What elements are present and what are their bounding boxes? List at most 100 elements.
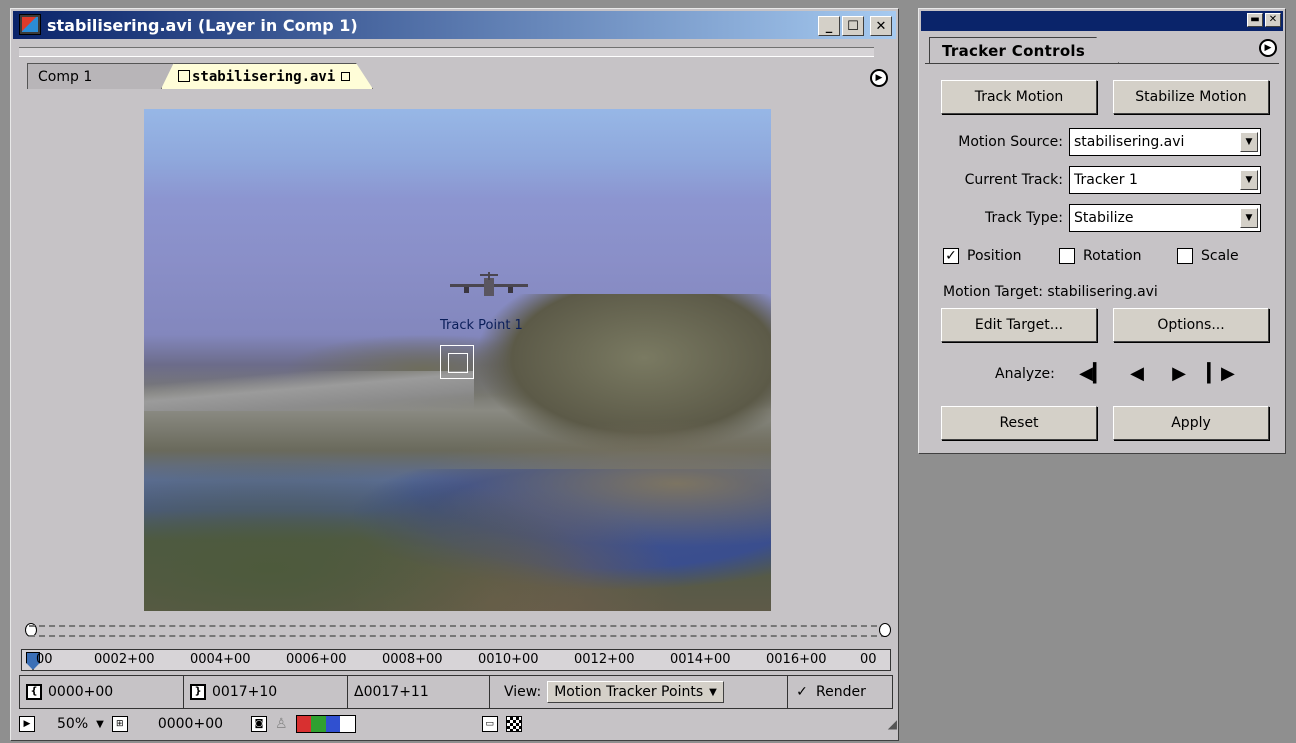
minimize-button[interactable]: ▬ [1247,13,1263,27]
current-track-select[interactable]: Tracker 1 ▼ [1069,166,1261,194]
transparency-grid-icon[interactable] [505,716,522,732]
track-point-label: Track Point 1 [440,318,523,333]
chevron-down-icon: ▼ [709,686,717,698]
track-type-label: Track Type: [985,210,1063,226]
chevron-down-icon[interactable]: ▼ [96,719,104,730]
resize-grip-icon[interactable]: ◢ [888,717,897,731]
position-checkbox[interactable]: ✓ [943,248,959,264]
airplane-icon [450,272,528,296]
in-point-time: 0000+00 [48,684,114,700]
close-button[interactable]: ✕ [1265,13,1281,27]
minimize-button[interactable]: _ [818,16,840,36]
tab-close-icon[interactable] [341,72,351,81]
tab-comp-1[interactable]: Comp 1 [27,63,185,89]
out-point-cell[interactable]: } 0017+10 [184,676,348,708]
rotation-checkbox[interactable] [1059,248,1075,264]
tab-scroll-strip [19,47,874,57]
tab-tracker-controls[interactable]: Tracker Controls [929,37,1119,63]
ruler-tick-label: 0010+00 [478,652,539,667]
render-checkbox[interactable]: ✓ [794,684,810,700]
layer-window: stabilisering.avi (Layer in Comp 1) _ ☐ … [10,8,899,741]
duration-time: Δ0017+11 [354,684,429,700]
channel-colors-icon[interactable] [295,715,356,733]
chevron-down-icon: ▼ [1240,132,1258,152]
render-cell[interactable]: ✓ Render [788,676,892,708]
ruler-tick-label: 0008+00 [382,652,443,667]
time-ruler-area: 00 0002+00 0004+00 0006+00 0008+00 0010+… [13,619,896,679]
time-ruler[interactable]: 00 0002+00 0004+00 0006+00 0008+00 0010+… [21,649,891,671]
zoom-value[interactable]: 50% [57,716,88,732]
tracker-titlebar[interactable]: ▬ ✕ [921,11,1283,31]
show-snapshot-icon[interactable]: ♙ [275,716,288,732]
set-in-point-icon[interactable]: { [26,684,42,700]
reset-button[interactable]: Reset [941,406,1097,440]
layer-tab-icon [178,70,190,82]
snapshot-icon[interactable]: ◙ [251,716,268,732]
rotation-label: Rotation [1083,248,1142,264]
scale-checkbox[interactable] [1177,248,1193,264]
safe-margins-icon[interactable]: ⊞ [111,716,128,732]
analyze-one-frame-backward-icon[interactable]: ◀▎ [1079,364,1107,384]
ruler-tick-label: 00 [860,652,877,667]
current-track-label: Current Track: [964,172,1063,188]
close-button[interactable]: ✕ [870,16,892,36]
apply-button[interactable]: Apply [1113,406,1269,440]
scale-option[interactable]: Scale [1177,248,1239,264]
duration-cell: Δ0017+11 [348,676,490,708]
layer-status-row: { 0000+00 } 0017+10 Δ0017+11 View: Motio… [19,675,893,709]
analyze-label: Analyze: [995,366,1055,382]
render-label: Render [816,684,866,700]
current-track-value: Tracker 1 [1074,172,1138,188]
footage-frame: Track Point 1 [144,109,771,611]
maximize-button[interactable]: ☐ [842,16,864,36]
analyze-one-frame-forward-icon[interactable]: ▎▶ [1207,364,1235,384]
layer-window-title: stabilisering.avi (Layer in Comp 1) [47,15,358,35]
out-point-time: 0017+10 [212,684,278,700]
ruler-tick-label: 0014+00 [670,652,731,667]
options-button[interactable]: Options... [1113,308,1269,342]
ruler-tick-label: 00 [36,652,53,667]
always-preview-icon[interactable]: ▶ [19,716,35,732]
tab-stabilisering[interactable]: stabilisering.avi [161,63,373,89]
stabilize-motion-button[interactable]: Stabilize Motion [1113,80,1269,114]
set-out-point-icon[interactable]: } [190,684,206,700]
in-point-cell[interactable]: { 0000+00 [20,676,184,708]
ruler-tick-label: 0002+00 [94,652,155,667]
view-dropdown[interactable]: Motion Tracker Points ▼ [547,681,724,703]
edit-target-button[interactable]: Edit Target... [941,308,1097,342]
region-of-interest-icon[interactable]: ▭ [481,716,498,732]
tracker-controls-tab-label: Tracker Controls [942,41,1086,60]
tracker-controls-body: Track Motion Stabilize Motion Motion Sou… [925,63,1279,447]
analyze-forward-icon[interactable]: ▶ [1167,364,1191,384]
scale-label: Scale [1201,248,1239,264]
layer-window-titlebar[interactable]: stabilisering.avi (Layer in Comp 1) _ ☐ … [13,11,896,39]
ruler-tick-label: 0004+00 [190,652,251,667]
motion-source-select[interactable]: stabilisering.avi ▼ [1069,128,1261,156]
footage-icon [19,14,41,35]
chevron-down-icon: ▼ [1240,208,1258,228]
panel-menu-icon[interactable]: ▶ [870,69,888,87]
track-type-value: Stabilize [1074,210,1134,226]
layer-bottom-bar: ▶ 50% ▼ ⊞ 0000+00 ◙ ♙ ▭ ◢ [19,711,897,737]
layer-tab-bar: Comp 1 stabilisering.avi ▶ [13,45,896,97]
analyze-backward-icon[interactable]: ◀ [1125,364,1149,384]
track-type-select[interactable]: Stabilize ▼ [1069,204,1261,232]
position-label: Position [967,248,1022,264]
tab-stabilisering-label: stabilisering.avi [192,68,336,85]
panel-menu-icon[interactable]: ▶ [1259,39,1277,57]
footage-foreground-rocks [144,399,771,611]
current-timecode[interactable]: 0000+00 [158,716,223,732]
track-point-handle[interactable] [440,345,474,379]
view-cell: View: Motion Tracker Points ▼ [490,676,788,708]
motion-target-text: Motion Target: stabilisering.avi [943,284,1158,300]
ruler-tick-label: 0016+00 [766,652,827,667]
ruler-tick-label: 0006+00 [286,652,347,667]
work-area-end-handle[interactable] [879,623,891,637]
layer-viewer[interactable]: Track Point 1 [13,95,896,615]
rotation-option[interactable]: Rotation [1059,248,1142,264]
work-area-bar[interactable] [29,625,887,637]
position-option[interactable]: ✓ Position [943,248,1022,264]
track-motion-button[interactable]: Track Motion [941,80,1097,114]
view-dropdown-value: Motion Tracker Points [554,684,704,700]
analyze-row: Analyze: ◀▎ ◀ ▶ ▎▶ [995,364,1265,386]
